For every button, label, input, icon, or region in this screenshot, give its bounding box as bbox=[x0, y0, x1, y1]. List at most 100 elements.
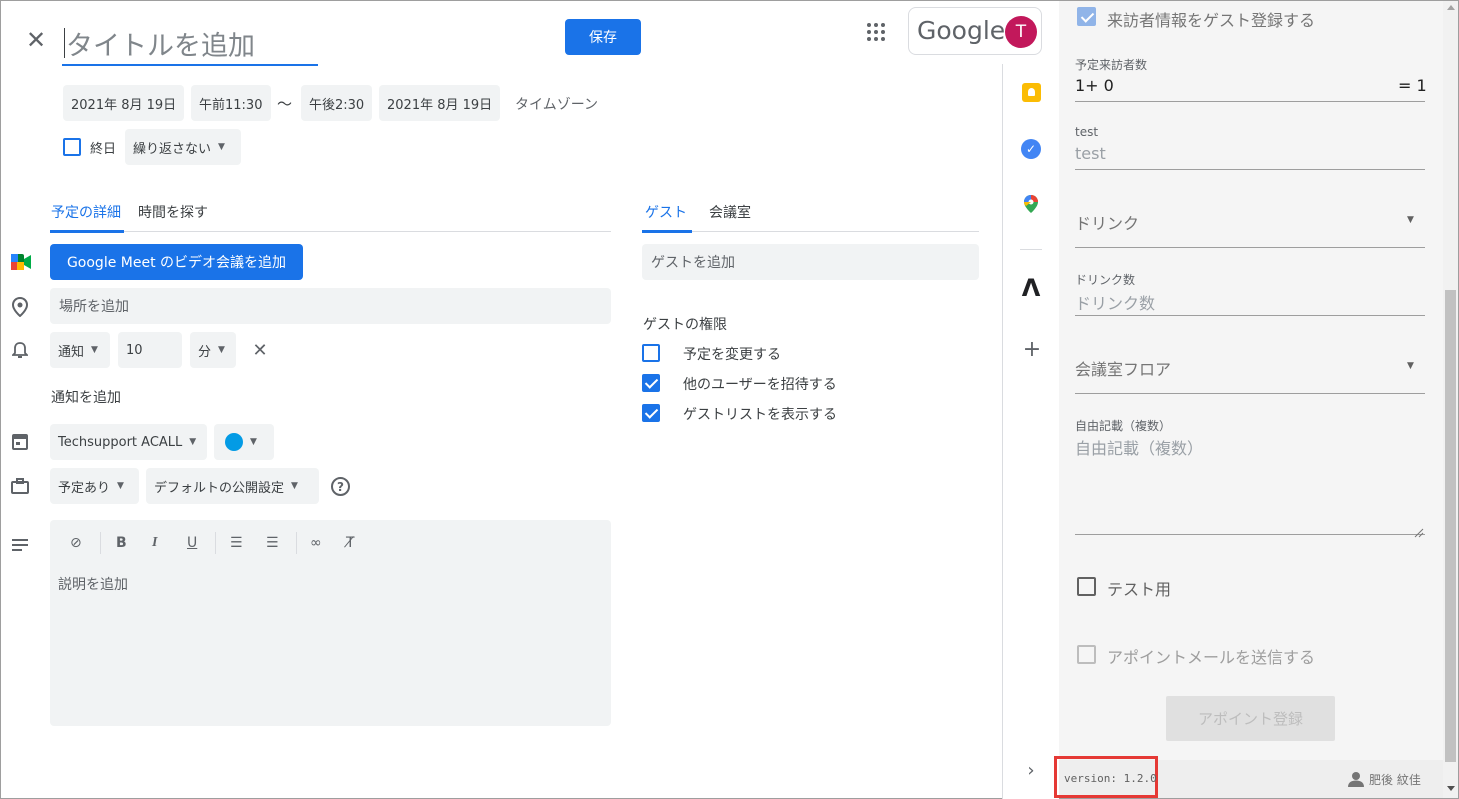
add-notification-link[interactable]: 通知を追加 bbox=[51, 387, 121, 407]
title-placeholder: タイトルを追加 bbox=[66, 31, 255, 62]
add-meet-button[interactable]: Google Meet のビデオ会議を追加 bbox=[50, 244, 303, 280]
calendar-select[interactable]: Techsupport ACALL ▼ bbox=[50, 424, 207, 460]
meet-icon bbox=[11, 254, 31, 270]
register-visitor-checkbox[interactable] bbox=[1077, 7, 1096, 26]
notification-value-input[interactable]: 10 bbox=[118, 332, 182, 368]
start-time: 午前11:30 bbox=[199, 97, 263, 113]
drink-select-label: ドリンク bbox=[1075, 214, 1140, 233]
drink-count-label: ドリンク数 bbox=[1075, 273, 1136, 287]
floor-select-underline bbox=[1075, 393, 1425, 394]
chevron-down-icon: ▼ bbox=[291, 481, 298, 491]
link-icon[interactable]: ∞ bbox=[310, 535, 322, 551]
version-text: version: 1.2.0 bbox=[1064, 772, 1157, 785]
calendar-name: Techsupport ACALL bbox=[58, 434, 183, 450]
chevron-down-icon: ▼ bbox=[117, 481, 124, 491]
drink-count-underline bbox=[1075, 315, 1425, 316]
end-date-chip[interactable]: 2021年 8月 19日 bbox=[379, 85, 500, 121]
all-day-label: 終日 bbox=[90, 142, 117, 157]
permission-see-list-checkbox[interactable] bbox=[642, 404, 660, 422]
remove-notification-icon[interactable]: ✕ bbox=[250, 340, 270, 361]
notify-unit: 分 bbox=[198, 344, 212, 360]
bulleted-list-icon[interactable]: ☰ bbox=[266, 535, 279, 551]
save-button[interactable]: 保存 bbox=[565, 19, 641, 55]
permission-invite-label: 他のユーザーを招待する bbox=[683, 377, 837, 393]
apps-grid-icon[interactable] bbox=[866, 22, 886, 42]
tab-find-time[interactable]: 時間を探す bbox=[138, 202, 208, 222]
scroll-up-arrow-icon[interactable] bbox=[1447, 5, 1455, 10]
attachment-icon[interactable]: ⊘ bbox=[70, 535, 82, 551]
end-time-chip[interactable]: 午後2:30 bbox=[301, 85, 372, 121]
permission-modify-checkbox[interactable] bbox=[642, 344, 660, 362]
google-logo: Google bbox=[917, 16, 1006, 45]
notification-unit-select[interactable]: 分 ▼ bbox=[190, 332, 236, 368]
start-date-chip[interactable]: 2021年 8月 19日 bbox=[63, 85, 184, 121]
chevron-down-icon: ▼ bbox=[1407, 215, 1414, 225]
free-text-label: 自由記載（複数） bbox=[1075, 419, 1172, 433]
toolbar-separator bbox=[215, 532, 216, 554]
maps-icon[interactable] bbox=[1024, 195, 1038, 213]
time-separator: 〜 bbox=[277, 95, 293, 113]
tab-guests[interactable]: ゲスト bbox=[645, 202, 687, 222]
clear-format-icon[interactable]: T̸ bbox=[346, 535, 355, 551]
description-placeholder: 説明を追加 bbox=[58, 577, 128, 593]
test-use-checkbox[interactable] bbox=[1077, 577, 1096, 596]
tasks-icon[interactable]: ✓ bbox=[1021, 139, 1041, 159]
resize-handle-icon[interactable] bbox=[1414, 523, 1424, 538]
expand-panel-icon[interactable]: › bbox=[1021, 760, 1041, 781]
rail-divider bbox=[1020, 249, 1042, 250]
save-button-label: 保存 bbox=[589, 30, 617, 46]
underline-icon[interactable]: U bbox=[187, 535, 197, 551]
drink-count-input[interactable]: ドリンク数 bbox=[1075, 290, 1155, 314]
location-pin-icon bbox=[11, 296, 29, 318]
test-field-input[interactable]: test bbox=[1075, 144, 1106, 163]
permission-invite-checkbox[interactable] bbox=[642, 374, 660, 392]
visitor-count-underline bbox=[1075, 101, 1425, 102]
floor-select[interactable]: 会議室フロア ▼ bbox=[1075, 346, 1425, 392]
acall-addon-icon[interactable]: Λ bbox=[1019, 276, 1043, 300]
notification-type-select[interactable]: 通知 ▼ bbox=[50, 332, 110, 368]
color-select[interactable]: ▼ bbox=[214, 424, 274, 460]
drink-select[interactable]: ドリンク ▼ bbox=[1075, 200, 1425, 246]
title-input[interactable]: タイトルを追加 bbox=[62, 22, 318, 66]
busy-status-select[interactable]: 予定あり ▼ bbox=[50, 468, 139, 504]
tab-event-details[interactable]: 予定の詳細 bbox=[51, 202, 121, 222]
numbered-list-icon[interactable]: ☰ bbox=[230, 535, 243, 551]
bell-icon bbox=[10, 341, 30, 359]
add-guest-placeholder: ゲストを追加 bbox=[651, 255, 735, 271]
chevron-down-icon: ▼ bbox=[189, 437, 197, 447]
calendar-icon bbox=[12, 433, 28, 450]
description-editor[interactable] bbox=[50, 520, 611, 726]
guest-permissions-title: ゲストの権限 bbox=[643, 317, 727, 333]
google-account-button[interactable]: Google T bbox=[908, 7, 1042, 55]
addon-scrollbar-thumb[interactable] bbox=[1445, 290, 1456, 762]
briefcase-icon bbox=[11, 478, 29, 494]
keep-icon[interactable] bbox=[1022, 83, 1041, 102]
all-day-checkbox[interactable] bbox=[63, 138, 81, 156]
test-use-label: テスト用 bbox=[1107, 580, 1172, 599]
timezone-link[interactable]: タイムゾーン bbox=[515, 94, 598, 114]
chevron-down-icon: ▼ bbox=[218, 142, 225, 152]
help-icon[interactable]: ? bbox=[331, 477, 350, 496]
help-glyph: ? bbox=[337, 479, 344, 494]
location-placeholder: 場所を追加 bbox=[59, 299, 129, 315]
italic-icon[interactable]: I bbox=[152, 535, 157, 551]
tab-rooms[interactable]: 会議室 bbox=[709, 202, 751, 222]
free-text-input[interactable]: 自由記載（複数） bbox=[1075, 435, 1203, 459]
end-time: 午後2:30 bbox=[309, 97, 365, 113]
register-appointment-button[interactable]: アポイント登録 bbox=[1166, 696, 1335, 741]
scroll-down-arrow-icon[interactable] bbox=[1447, 786, 1455, 791]
send-mail-checkbox[interactable] bbox=[1077, 645, 1096, 664]
add-guest-input[interactable]: ゲストを追加 bbox=[642, 244, 979, 280]
visibility: デフォルトの公開設定 bbox=[154, 480, 285, 496]
keep-bulb bbox=[1028, 88, 1035, 96]
start-time-chip[interactable]: 午前11:30 bbox=[191, 85, 271, 121]
repeat-select[interactable]: 繰り返さない ▼ bbox=[125, 129, 241, 165]
location-input[interactable]: 場所を追加 bbox=[50, 288, 611, 324]
close-icon[interactable]: ✕ bbox=[22, 26, 50, 54]
bold-icon[interactable]: B bbox=[116, 535, 127, 551]
permission-modify-label: 予定を変更する bbox=[683, 347, 781, 363]
add-addon-icon[interactable]: + bbox=[1021, 337, 1043, 362]
avatar: T bbox=[1005, 16, 1037, 48]
user-name: 肥後 紋佳 bbox=[1369, 773, 1421, 787]
visibility-select[interactable]: デフォルトの公開設定 ▼ bbox=[146, 468, 319, 504]
